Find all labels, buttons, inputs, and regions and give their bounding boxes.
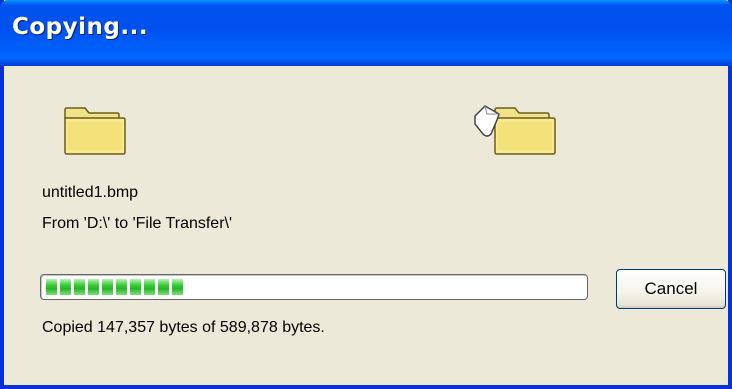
file-name: untitled1.bmp bbox=[42, 184, 139, 201]
folder-with-flying-document-icon bbox=[474, 105, 556, 155]
progress-segment bbox=[46, 279, 57, 295]
progress-segment bbox=[60, 279, 71, 295]
progress-segment bbox=[116, 279, 127, 295]
progress-segment bbox=[88, 279, 99, 295]
progress-segment bbox=[144, 279, 155, 295]
progress-segment bbox=[158, 279, 169, 295]
cancel-button[interactable]: Cancel bbox=[616, 269, 726, 309]
folder-icon bbox=[64, 107, 126, 155]
source-destination-label: From 'D:\' to 'File Transfer\' bbox=[42, 215, 233, 232]
window-title: Copying... bbox=[12, 14, 149, 40]
progress-segment bbox=[74, 279, 85, 295]
progress-bar bbox=[40, 274, 588, 300]
progress-segment bbox=[102, 279, 113, 295]
status-text: Copied 147,357 bytes of 589,878 bytes. bbox=[42, 319, 325, 336]
progress-segment bbox=[130, 279, 141, 295]
copy-dialog: Copying... untitled1.bmp From 'D:\' to '… bbox=[0, 0, 732, 389]
title-bar[interactable]: Copying... bbox=[0, 0, 732, 66]
progress-segment bbox=[172, 279, 183, 295]
progress-fill bbox=[46, 279, 592, 295]
